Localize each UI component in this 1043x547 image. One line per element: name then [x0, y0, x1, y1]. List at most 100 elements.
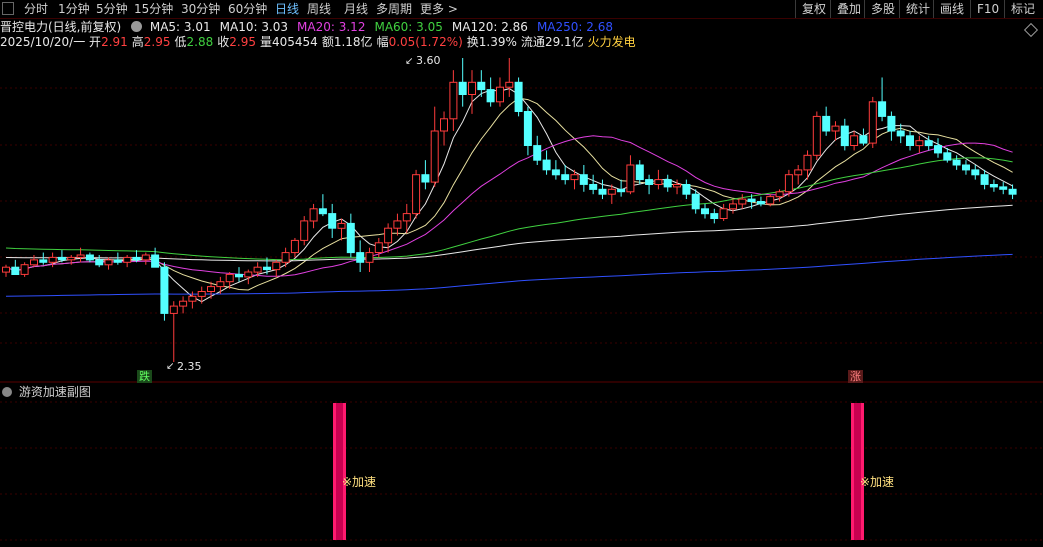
candle[interactable]	[318, 194, 327, 217]
candle[interactable]	[710, 208, 719, 224]
menu-toggle-box[interactable]	[2, 2, 14, 15]
period-tab-7[interactable]: 周线	[307, 0, 331, 18]
toolbar-button-1[interactable]: 叠加	[830, 0, 867, 18]
candle[interactable]	[850, 130, 859, 151]
candle[interactable]	[253, 262, 262, 277]
candle[interactable]	[2, 264, 10, 277]
candle[interactable]	[151, 247, 160, 268]
period-tab-5[interactable]: 60分钟	[228, 0, 267, 18]
candle[interactable]	[896, 123, 905, 144]
candle[interactable]	[523, 106, 532, 156]
candle[interactable]	[113, 252, 122, 265]
candle[interactable]	[244, 269, 253, 285]
candle[interactable]	[160, 262, 169, 321]
candle[interactable]	[934, 138, 942, 158]
candle[interactable]	[365, 247, 374, 273]
candle[interactable]	[384, 223, 393, 253]
candle[interactable]	[458, 58, 467, 107]
candle[interactable]	[179, 296, 188, 314]
subchart-toggle-icon[interactable]	[2, 387, 12, 397]
candle[interactable]	[962, 160, 970, 175]
candle[interactable]	[701, 203, 709, 219]
stock-title[interactable]: 晋控电力(日线,前复权)	[0, 20, 121, 34]
candle[interactable]	[346, 213, 355, 258]
settings-circle-icon[interactable]	[131, 21, 143, 32]
candle[interactable]	[756, 196, 765, 207]
candle[interactable]	[617, 179, 626, 197]
candle[interactable]	[645, 174, 654, 195]
candle[interactable]	[579, 165, 588, 192]
candle[interactable]	[906, 130, 914, 151]
candle[interactable]	[309, 203, 318, 229]
period-tab-0[interactable]: 分时	[24, 0, 48, 18]
candle[interactable]	[654, 169, 663, 190]
candle[interactable]	[542, 150, 551, 175]
candle[interactable]	[626, 155, 635, 195]
toolbar-button-2[interactable]: 多股	[864, 0, 901, 18]
candle[interactable]	[421, 160, 430, 190]
candle[interactable]	[11, 259, 20, 276]
candle[interactable]	[551, 160, 560, 180]
candle[interactable]	[915, 135, 924, 153]
candlestick-chart[interactable]	[0, 0, 1043, 547]
candle[interactable]	[999, 182, 1008, 195]
candle[interactable]	[859, 128, 868, 146]
period-tab-10[interactable]: 更多 >	[420, 0, 458, 18]
candle[interactable]	[496, 77, 504, 107]
period-tab-3[interactable]: 15分钟	[134, 0, 173, 18]
candle[interactable]	[440, 111, 448, 146]
candle[interactable]	[812, 111, 821, 161]
candle[interactable]	[486, 77, 495, 107]
candle[interactable]	[216, 276, 225, 294]
period-tab-4[interactable]: 30分钟	[181, 0, 220, 18]
candle[interactable]	[840, 118, 849, 151]
candle[interactable]	[123, 254, 132, 268]
candle[interactable]	[719, 203, 728, 221]
candle[interactable]	[281, 247, 290, 268]
candle[interactable]	[878, 77, 887, 122]
candle[interactable]	[1008, 184, 1017, 200]
candle[interactable]	[235, 267, 243, 282]
candle[interactable]	[635, 160, 644, 185]
candle[interactable]	[20, 262, 29, 277]
period-tab-8[interactable]: 月线	[344, 0, 368, 18]
period-tab-1[interactable]: 1分钟	[58, 0, 90, 18]
toolbar-button-4[interactable]: 画线	[933, 0, 970, 18]
candle[interactable]	[971, 165, 980, 180]
candle[interactable]	[794, 165, 803, 185]
candle[interactable]	[300, 216, 309, 246]
candle[interactable]	[141, 252, 150, 265]
candle[interactable]	[831, 121, 840, 141]
period-tab-6[interactable]: 日线	[275, 0, 299, 18]
candle[interactable]	[39, 252, 48, 265]
candle[interactable]	[272, 259, 281, 277]
candle[interactable]	[505, 58, 514, 97]
candle[interactable]	[682, 179, 691, 200]
candle[interactable]	[989, 179, 998, 192]
candle[interactable]	[290, 237, 299, 258]
candle[interactable]	[663, 174, 672, 192]
candle[interactable]	[337, 218, 346, 241]
candle[interactable]	[85, 252, 94, 263]
candle[interactable]	[328, 203, 337, 238]
candle[interactable]	[514, 77, 523, 117]
candle[interactable]	[598, 179, 607, 200]
subchart-title[interactable]: 游资加速副图	[19, 385, 91, 399]
candle[interactable]	[449, 70, 458, 131]
candle[interactable]	[868, 96, 877, 148]
toolbar-button-0[interactable]: 复权	[795, 0, 832, 18]
candle[interactable]	[533, 135, 542, 166]
candle[interactable]	[356, 240, 365, 273]
toolbar-button-6[interactable]: 标记	[1004, 0, 1041, 18]
candle[interactable]	[402, 203, 411, 234]
candle[interactable]	[887, 111, 896, 141]
candle[interactable]	[822, 106, 831, 136]
candle[interactable]	[430, 106, 439, 187]
candle[interactable]	[952, 155, 961, 170]
candle[interactable]	[738, 194, 747, 209]
period-tab-9[interactable]: 多周期	[376, 0, 412, 18]
toolbar-button-3[interactable]: 统计	[899, 0, 936, 18]
candle[interactable]	[412, 169, 421, 219]
period-tab-2[interactable]: 5分钟	[96, 0, 128, 18]
toolbar-button-5[interactable]: F10	[970, 0, 1005, 18]
